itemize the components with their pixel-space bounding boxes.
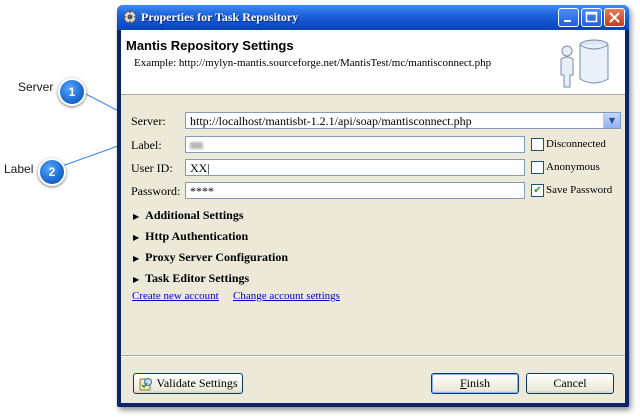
expand-triangle-icon: ▶ bbox=[133, 212, 140, 221]
cancel-button[interactable]: Cancel bbox=[526, 373, 614, 394]
page-description: Example: http://mylyn-mantis.sourceforge… bbox=[134, 57, 492, 69]
properties-dialog: Properties for Task Repository Mantis Re… bbox=[117, 5, 629, 407]
callout-badge-1: 1 bbox=[58, 78, 86, 106]
page-title: Mantis Repository Settings bbox=[126, 38, 294, 53]
anonymous-label: Anonymous bbox=[546, 161, 600, 173]
button-bar-separator bbox=[121, 355, 625, 357]
section-proxy-server-configuration[interactable]: ▶ Proxy Server Configuration bbox=[133, 250, 288, 265]
expand-triangle-icon: ▶ bbox=[133, 254, 140, 263]
close-button[interactable] bbox=[604, 8, 625, 27]
section-task-editor-settings[interactable]: ▶ Task Editor Settings bbox=[133, 271, 249, 286]
server-url-value: http://localhost/mantisbt-1.2.1/api/soap… bbox=[190, 114, 472, 128]
disconnected-checkbox[interactable] bbox=[531, 138, 544, 151]
create-account-link[interactable]: Create new account bbox=[132, 290, 219, 302]
validate-settings-label: Validate Settings bbox=[156, 376, 238, 390]
close-icon bbox=[609, 12, 620, 23]
save-password-checkbox[interactable]: ✔ bbox=[531, 184, 544, 197]
expand-triangle-icon: ▶ bbox=[133, 233, 140, 242]
validate-settings-button[interactable]: Validate Settings bbox=[133, 373, 243, 394]
server-url-combo[interactable]: http://localhost/mantisbt-1.2.1/api/soap… bbox=[185, 112, 621, 129]
anonymous-checkbox[interactable] bbox=[531, 161, 544, 174]
gear-icon bbox=[123, 10, 137, 24]
window-title: Properties for Task Repository bbox=[141, 10, 299, 24]
expand-triangle-icon: ▶ bbox=[133, 275, 140, 284]
chevron-down-icon[interactable]: ▼ bbox=[603, 113, 620, 128]
title-bar[interactable]: Properties for Task Repository bbox=[117, 5, 629, 30]
section-http-authentication[interactable]: ▶ Http Authentication bbox=[133, 229, 248, 244]
callout-badge-2: 2 bbox=[38, 158, 66, 186]
save-password-label: Save Password bbox=[546, 184, 613, 196]
validate-icon bbox=[139, 377, 152, 390]
finish-label: inish bbox=[466, 376, 491, 390]
callout-label-server: Server bbox=[18, 80, 54, 94]
maximize-button[interactable] bbox=[581, 8, 602, 27]
maximize-icon bbox=[585, 11, 598, 23]
user-id-input[interactable]: XX| bbox=[185, 159, 525, 176]
finish-button[interactable]: Finish bbox=[431, 373, 519, 394]
finish-mnemonic: F bbox=[459, 376, 467, 390]
minimize-button[interactable] bbox=[558, 8, 579, 27]
password-label: Password: bbox=[131, 184, 181, 198]
minimize-icon bbox=[564, 20, 571, 22]
disconnected-label: Disconnected bbox=[546, 138, 606, 150]
redacted-label-value bbox=[190, 142, 203, 149]
change-account-settings-link[interactable]: Change account settings bbox=[233, 290, 340, 302]
dialog-client-area: Mantis Repository Settings Example: http… bbox=[121, 30, 625, 403]
header-panel: Mantis Repository Settings Example: http… bbox=[121, 30, 625, 95]
section-additional-settings[interactable]: ▶ Additional Settings bbox=[133, 208, 244, 223]
user-id-label: User ID: bbox=[131, 161, 173, 175]
server-label: Server: bbox=[131, 114, 166, 128]
callout-label-label: Label bbox=[4, 162, 34, 176]
repository-database-icon bbox=[560, 39, 609, 88]
label-label: Label: bbox=[131, 138, 162, 152]
label-input[interactable] bbox=[185, 136, 525, 153]
password-input[interactable]: **** bbox=[185, 182, 525, 199]
